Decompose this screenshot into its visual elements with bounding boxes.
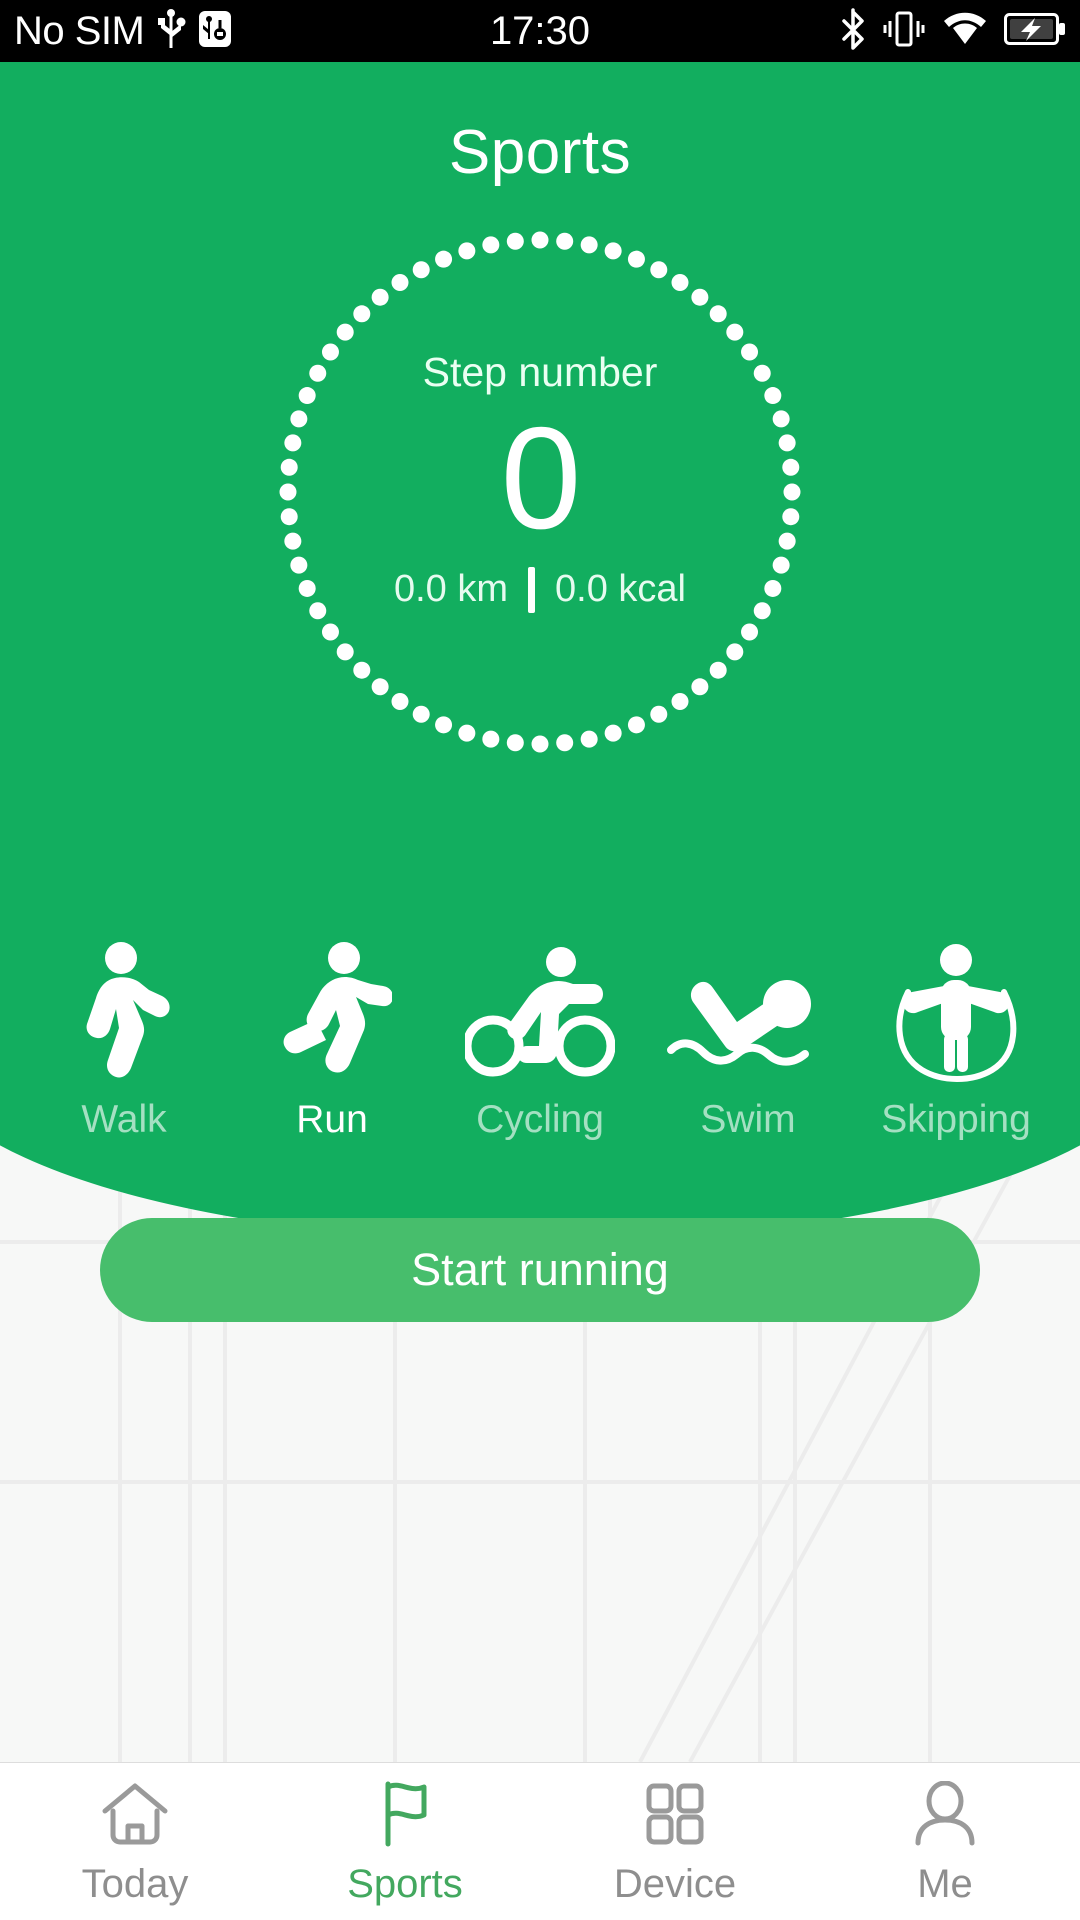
bottom-navigation: Today Sports Device Me [0,1762,1080,1920]
activity-run[interactable]: Run [232,942,432,1142]
battery-charging-icon [1004,12,1066,50]
vibrate-icon [882,9,926,54]
nav-label: Device [613,1862,737,1906]
activity-cycling[interactable]: Cycling [440,942,640,1142]
skipping-icon [886,942,1026,1082]
step-number-label: Step number [422,349,658,396]
activity-selector: Walk Run Cycling Swim Skipping [0,942,1080,1142]
activity-label: Walk [81,1098,167,1141]
page-title: Sports [448,118,632,187]
metrics-row: 0.0 km 0.0 kcal [393,566,686,613]
home-icon [100,1776,170,1852]
usb-debug-icon [198,10,232,53]
carrier-label: No SIM [14,8,145,53]
activity-skipping[interactable]: Skipping [856,942,1056,1142]
activity-label: Skipping [881,1098,1031,1141]
activity-label: Swim [700,1098,796,1141]
wifi-icon [942,11,988,52]
status-bar: No SIM 17:30 [0,0,1080,62]
nav-item-today[interactable]: Today [0,1763,270,1920]
activity-walk[interactable]: Walk [24,942,224,1142]
walking-icon [69,942,179,1082]
nav-item-me[interactable]: Me [810,1763,1080,1920]
clock-label: 17:30 [489,8,591,53]
bluetooth-icon [840,7,866,55]
activity-label: Run [296,1098,368,1141]
start-running-button[interactable]: Start running [100,1218,980,1322]
activity-swim[interactable]: Swim [648,942,848,1142]
green-header-panel: Sports Step number 0 0.0 km 0.0 kcal Wal… [0,62,1080,1242]
step-count-value: 0 [500,397,582,560]
nav-label: Me [917,1862,973,1906]
usb-icon [156,8,186,55]
calories-value: 0.0 kcal [555,568,686,611]
person-icon [910,1776,980,1852]
flag-icon [370,1776,440,1852]
cycling-icon [465,942,615,1082]
nav-label: Today [81,1862,189,1906]
metric-divider [528,566,536,613]
activity-label: Cycling [476,1098,604,1141]
running-icon [272,942,392,1082]
nav-item-sports[interactable]: Sports [270,1763,540,1920]
app-screen: Sports Step number 0 0.0 km 0.0 kcal Wal… [0,0,1080,1920]
distance-value: 0.0 km [393,568,509,611]
grid-icon [640,1776,710,1852]
nav-label: Sports [347,1862,463,1906]
swimming-icon [663,942,833,1082]
step-progress-ring: Step number 0 0.0 km 0.0 kcal [270,222,810,762]
nav-item-device[interactable]: Device [540,1763,810,1920]
